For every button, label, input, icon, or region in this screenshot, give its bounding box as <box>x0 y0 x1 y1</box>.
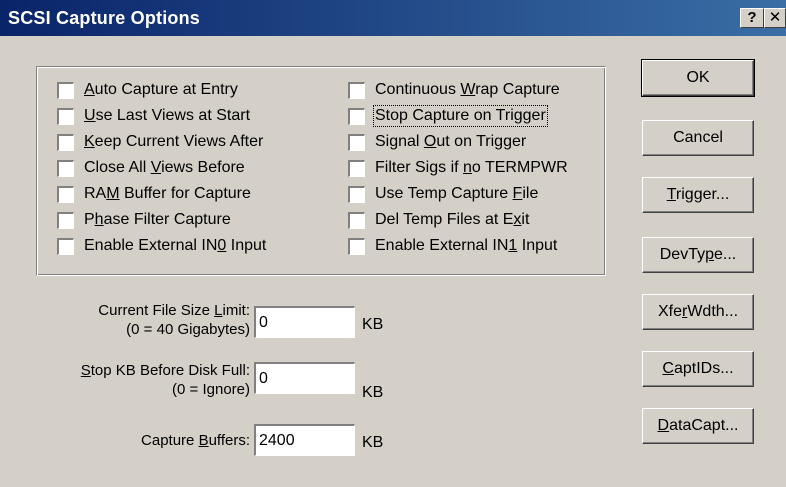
checkbox-box[interactable] <box>348 211 365 229</box>
checkbox-box[interactable] <box>57 159 74 177</box>
ok-button[interactable]: OK <box>641 59 755 97</box>
capture-buffers-label: Capture Buffers: <box>141 432 250 449</box>
checkbox-filter-sigs-if-no-termpwr[interactable]: Filter Sigs if no TERMPWR <box>348 156 568 180</box>
checkbox-ram-buffer-for-capture[interactable]: RAM Buffer for Capture <box>57 182 251 206</box>
checkbox-label: Enable External IN0 Input <box>84 237 267 254</box>
file-size-limit-label-line2: (0 = 40 Gigabytes) <box>126 321 250 338</box>
checkbox-box[interactable] <box>57 185 74 203</box>
checkbox-label: RAM Buffer for Capture <box>84 185 251 202</box>
datacapt-button[interactable]: DataCapt... <box>642 408 754 444</box>
xferwdth-button[interactable]: XferWdth... <box>642 294 754 330</box>
checkbox-label: Use Last Views at Start <box>84 107 251 124</box>
checkbox-use-temp-capture-file[interactable]: Use Temp Capture File <box>348 182 538 206</box>
stop-kb-input[interactable] <box>254 362 355 394</box>
checkbox-box[interactable] <box>348 185 365 203</box>
checkbox-label: Continuous Wrap Capture <box>375 81 560 98</box>
file-size-limit-input[interactable] <box>254 306 355 338</box>
checkbox-label: Filter Sigs if no TERMPWR <box>375 159 568 176</box>
checkbox-del-temp-files-at-exit[interactable]: Del Temp Files at Exit <box>348 208 529 232</box>
scsi-capture-options-dialog: SCSI Capture Options ? ✕ Auto Capture at… <box>0 0 786 487</box>
trigger-button[interactable]: Trigger... <box>642 177 754 213</box>
checkbox-box[interactable] <box>57 107 74 125</box>
checkbox-enable-external-in1-input[interactable]: Enable External IN1 Input <box>348 234 557 258</box>
checkbox-label: Close All Views Before <box>84 159 245 176</box>
checkbox-box[interactable] <box>348 237 365 255</box>
checkbox-stop-capture-on-trigger[interactable]: Stop Capture on Trigger <box>348 104 548 128</box>
checkbox-box[interactable] <box>348 159 365 177</box>
devtype-button[interactable]: DevType... <box>642 237 754 273</box>
checkbox-box[interactable] <box>348 107 365 125</box>
help-button[interactable]: ? <box>740 8 764 28</box>
checkbox-label: Phase Filter Capture <box>84 211 231 228</box>
close-button[interactable]: ✕ <box>764 8 786 28</box>
checkbox-label: Enable External IN1 Input <box>375 237 558 254</box>
checkbox-box[interactable] <box>57 211 74 229</box>
checkbox-box[interactable] <box>348 81 365 99</box>
stop-kb-unit: KB <box>362 384 384 401</box>
file-size-limit-label: Current File Size Limit: (0 = 40 Gigabyt… <box>40 301 250 339</box>
window-title: SCSI Capture Options <box>8 8 201 28</box>
stop-kb-label: Stop KB Before Disk Full: (0 = Ignore) <box>10 361 250 399</box>
stop-kb-label-line1: Stop KB Before Disk Full: <box>80 362 250 379</box>
checkbox-auto-capture-at-entry[interactable]: Auto Capture at Entry <box>57 78 238 102</box>
file-size-limit-unit: KB <box>362 316 384 333</box>
cancel-button[interactable]: Cancel <box>642 120 754 156</box>
captids-button[interactable]: CaptIDs... <box>642 351 754 387</box>
checkbox-signal-out-on-trigger[interactable]: Signal Out on Trigger <box>348 130 526 154</box>
checkbox-phase-filter-capture[interactable]: Phase Filter Capture <box>57 208 231 232</box>
stop-kb-label-line2: (0 = Ignore) <box>172 381 250 398</box>
checkbox-box[interactable] <box>57 133 74 151</box>
capture-buffers-unit: KB <box>362 434 384 451</box>
checkbox-continuous-wrap-capture[interactable]: Continuous Wrap Capture <box>348 78 560 102</box>
capture-buffers-input[interactable] <box>254 424 355 456</box>
checkbox-label: Use Temp Capture File <box>375 185 539 202</box>
checkbox-label: Signal Out on Trigger <box>375 133 527 150</box>
checkbox-label: Stop Capture on Trigger <box>373 105 548 127</box>
checkbox-label: Auto Capture at Entry <box>84 81 238 98</box>
file-size-limit-label-line1: Current File Size Limit: <box>98 302 250 319</box>
checkbox-keep-current-views-after[interactable]: Keep Current Views After <box>57 130 263 154</box>
checkbox-use-last-views-at-start[interactable]: Use Last Views at Start <box>57 104 250 128</box>
checkbox-close-all-views-before[interactable]: Close All Views Before <box>57 156 245 180</box>
checkbox-box[interactable] <box>57 81 74 99</box>
checkbox-box[interactable] <box>57 237 74 255</box>
checkbox-enable-external-in0-input[interactable]: Enable External IN0 Input <box>57 234 266 258</box>
title-bar: SCSI Capture Options ? ✕ <box>0 0 786 36</box>
checkbox-label: Del Temp Files at Exit <box>375 211 530 228</box>
checkbox-label: Keep Current Views After <box>84 133 264 150</box>
checkbox-box[interactable] <box>348 133 365 151</box>
